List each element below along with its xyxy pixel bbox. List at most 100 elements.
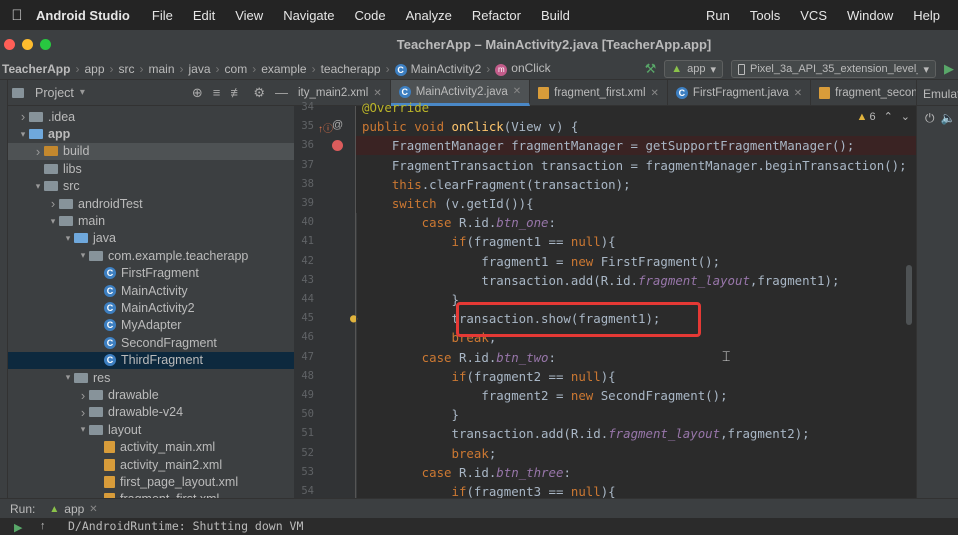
tree-item[interactable]: C MainActivity: [8, 282, 294, 299]
menu-help[interactable]: Help: [903, 8, 950, 23]
close-icon[interactable]: ✕: [89, 504, 97, 515]
tree-item[interactable]: ▾ res: [8, 369, 294, 386]
run-config-select[interactable]: ▲ app ▾: [664, 60, 723, 78]
breadcrumb-item[interactable]: app: [81, 62, 107, 76]
class-icon: C: [398, 85, 411, 98]
breadcrumb-item[interactable]: main: [146, 62, 178, 76]
chevron-down-icon[interactable]: ▾: [62, 233, 74, 244]
editor-tab[interactable]: fragment_first.xml ✕: [530, 80, 668, 106]
tree-item[interactable]: › drawable-v24: [8, 404, 294, 421]
arrow-up-icon[interactable]: ↑: [40, 520, 46, 532]
tree-item[interactable]: › androidTest: [8, 195, 294, 212]
breadcrumb-item[interactable]: src: [116, 62, 138, 76]
app-menu[interactable]: Android Studio: [34, 8, 142, 23]
mac-menubar:  Android Studio FileEditViewNavigateCod…: [0, 0, 958, 30]
menu-run[interactable]: Run: [696, 8, 740, 23]
chevron-right-icon[interactable]: ›: [17, 109, 29, 124]
chevron-down-icon[interactable]: ▾: [17, 129, 29, 140]
menu-refactor[interactable]: Refactor: [462, 8, 531, 23]
tree-item[interactable]: › build: [8, 142, 294, 161]
expand-all-icon[interactable]: ≡: [213, 85, 221, 101]
chevron-down-icon[interactable]: ▾: [47, 216, 59, 227]
run-tab[interactable]: ▲ app ✕: [49, 502, 97, 516]
gear-icon[interactable]: ⚙: [253, 85, 265, 101]
tree-item[interactable]: › drawable: [8, 386, 294, 403]
volume-icon[interactable]: 🔈: [941, 111, 956, 126]
inspection-widget[interactable]: ▲ 6 ⌃ ⌄: [857, 110, 910, 124]
hammer-icon[interactable]: ⚒: [645, 61, 657, 77]
breadcrumb-item[interactable]: java: [186, 62, 214, 76]
chevron-down-icon[interactable]: ▾: [77, 250, 89, 261]
chevron-down-icon[interactable]: ⌄: [901, 110, 910, 123]
tree-item[interactable]: › .idea: [8, 108, 294, 125]
breadcrumb-item[interactable]: m onClick: [492, 61, 553, 76]
breadcrumb-item[interactable]: teacherapp: [318, 62, 384, 76]
tree-item[interactable]: ▾ src: [8, 178, 294, 195]
tree-item[interactable]: C SecondFragment: [8, 334, 294, 351]
tree-item[interactable]: C MyAdapter: [8, 317, 294, 334]
tree-item[interactable]: ▾ layout: [8, 421, 294, 438]
chevron-up-icon[interactable]: ⌃: [884, 110, 893, 123]
close-tab-icon[interactable]: ✕: [794, 88, 802, 99]
close-tab-icon[interactable]: ✕: [513, 86, 521, 97]
code-line: case R.id.btn_two:: [362, 349, 556, 365]
breadcrumb-item[interactable]: example: [258, 62, 309, 76]
breakpoint-icon[interactable]: [332, 140, 343, 152]
chevron-right-icon[interactable]: ›: [77, 405, 89, 420]
chevron-down-icon[interactable]: ▾: [62, 372, 74, 383]
tree-item[interactable]: ▾ main: [8, 212, 294, 229]
close-tab-icon[interactable]: ✕: [373, 88, 381, 99]
editor-scrollbar[interactable]: [906, 265, 912, 325]
override-icon[interactable]: ↑ⓘ: [318, 120, 333, 135]
emulator-tab[interactable]: Emulat: [917, 80, 958, 106]
tree-item[interactable]: activity_main.xml: [8, 439, 294, 456]
menu-build[interactable]: Build: [531, 8, 580, 23]
close-tab-icon[interactable]: ✕: [651, 88, 659, 99]
tree-item[interactable]: libs: [8, 160, 294, 177]
tree-item[interactable]: ▾ app: [8, 125, 294, 142]
chevron-down-icon[interactable]: ▾: [32, 181, 44, 192]
chevron-right-icon[interactable]: ›: [32, 144, 44, 159]
tree-item[interactable]: fragment_first.xml: [8, 491, 294, 498]
chevron-right-icon[interactable]: ›: [77, 388, 89, 403]
tree-item[interactable]: ▾ com.example.teacherapp: [8, 247, 294, 264]
menu-file[interactable]: File: [142, 8, 183, 23]
menu-view[interactable]: View: [225, 8, 273, 23]
menu-code[interactable]: Code: [345, 8, 396, 23]
editor-tab[interactable]: C FirstFragment.java ✕: [668, 80, 812, 106]
tree-item[interactable]: C FirstFragment: [8, 265, 294, 282]
menu-edit[interactable]: Edit: [183, 8, 225, 23]
rerun-icon[interactable]: ▶: [14, 521, 22, 534]
menu-tools[interactable]: Tools: [740, 8, 790, 23]
chevron-down-icon[interactable]: ▾: [77, 424, 89, 435]
locate-icon[interactable]: ⊕: [192, 85, 203, 101]
menu-analyze[interactable]: Analyze: [396, 8, 462, 23]
minimize-panel-icon[interactable]: —: [275, 85, 288, 101]
tree-item[interactable]: C MainActivity2: [8, 299, 294, 316]
menu-window[interactable]: Window: [837, 8, 903, 23]
tree-item[interactable]: first_page_layout.xml: [8, 473, 294, 490]
tree-item-label: .idea: [48, 109, 76, 124]
collapse-all-icon[interactable]: ≢: [230, 85, 243, 101]
breadcrumb-item[interactable]: TeacherApp: [0, 62, 73, 76]
console-output[interactable]: D/AndroidRuntime: Shutting down VM: [0, 518, 958, 535]
project-view-select[interactable]: Project: [35, 86, 74, 100]
breadcrumb-item[interactable]: C MainActivity2: [392, 62, 485, 76]
tree-item[interactable]: activity_main2.xml: [8, 456, 294, 473]
chevron-down-icon[interactable]: ▾: [80, 87, 85, 98]
device-select[interactable]: Pixel_3a_API_35_extension_level_13_a ▾: [731, 60, 936, 78]
editor-tab[interactable]: fragment_second.xml✕: [811, 80, 916, 106]
line-number: 34: [301, 101, 314, 113]
breadcrumb-item[interactable]: com: [222, 62, 251, 76]
console-line: D/AndroidRuntime: Shutting down VM: [68, 519, 304, 533]
folder-icon: [29, 129, 43, 140]
menu-navigate[interactable]: Navigate: [273, 8, 344, 23]
tree-item[interactable]: ▾ java: [8, 230, 294, 247]
chevron-right-icon[interactable]: ›: [47, 196, 59, 211]
tree-item[interactable]: C ThirdFragment: [8, 351, 294, 369]
run-icon[interactable]: ▶: [944, 61, 958, 77]
apple-icon[interactable]: : [0, 7, 34, 24]
power-icon[interactable]: ⏻: [925, 111, 935, 126]
folder-icon: [44, 181, 58, 192]
menu-vcs[interactable]: VCS: [790, 8, 837, 23]
